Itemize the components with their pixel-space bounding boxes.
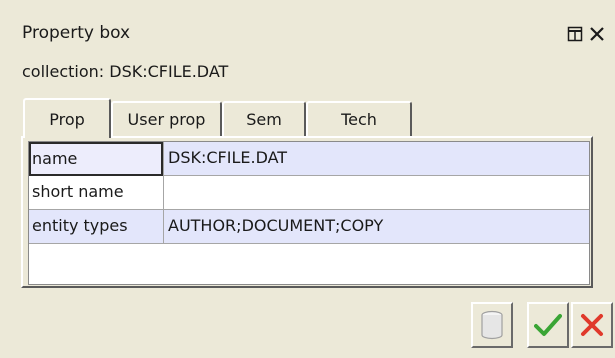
apply-button[interactable]: [527, 302, 569, 348]
property-key-cell[interactable]: name: [29, 142, 163, 176]
restore-button[interactable]: [565, 24, 585, 44]
tab-user-prop[interactable]: User prop: [111, 101, 222, 136]
tab-tech[interactable]: Tech: [306, 101, 412, 136]
property-value-cell[interactable]: AUTHOR;DOCUMENT;COPY: [163, 210, 589, 244]
property-key-cell[interactable]: entity types: [29, 210, 163, 244]
checkmark-icon: [534, 314, 562, 336]
cylinder-icon: [481, 310, 503, 340]
tab-label: Tech: [341, 110, 377, 129]
tab-label: Prop: [49, 109, 85, 129]
property-box-window: Property box collection: DSK:CFILE.DAT S…: [0, 0, 615, 358]
property-value-cell[interactable]: [163, 176, 589, 210]
property-value-cell[interactable]: DSK:CFILE.DAT: [163, 142, 589, 176]
table-row: name DSK:CFILE.DAT: [29, 142, 589, 176]
tab-prop[interactable]: Prop: [23, 98, 111, 138]
property-grid: name DSK:CFILE.DAT short name entity typ…: [28, 141, 590, 285]
tab-label: User prop: [127, 110, 206, 129]
tab-sem[interactable]: Sem: [222, 101, 306, 136]
tab-label: Sem: [246, 110, 282, 129]
cancel-button[interactable]: [571, 302, 613, 348]
close-button[interactable]: [587, 24, 607, 44]
close-icon: [590, 27, 604, 41]
table-row: entity types AUTHOR;DOCUMENT;COPY: [29, 210, 589, 244]
properties-panel: name DSK:CFILE.DAT short name entity typ…: [21, 136, 593, 288]
x-icon: [581, 314, 603, 336]
collection-label: collection: DSK:CFILE.DAT: [22, 62, 229, 81]
store-button[interactable]: [471, 302, 513, 348]
table-row: short name: [29, 176, 589, 210]
window-title: Property box: [22, 23, 131, 43]
title-bar: Property box: [0, 14, 615, 52]
restore-icon: [567, 26, 583, 42]
property-key-cell[interactable]: short name: [29, 176, 163, 210]
